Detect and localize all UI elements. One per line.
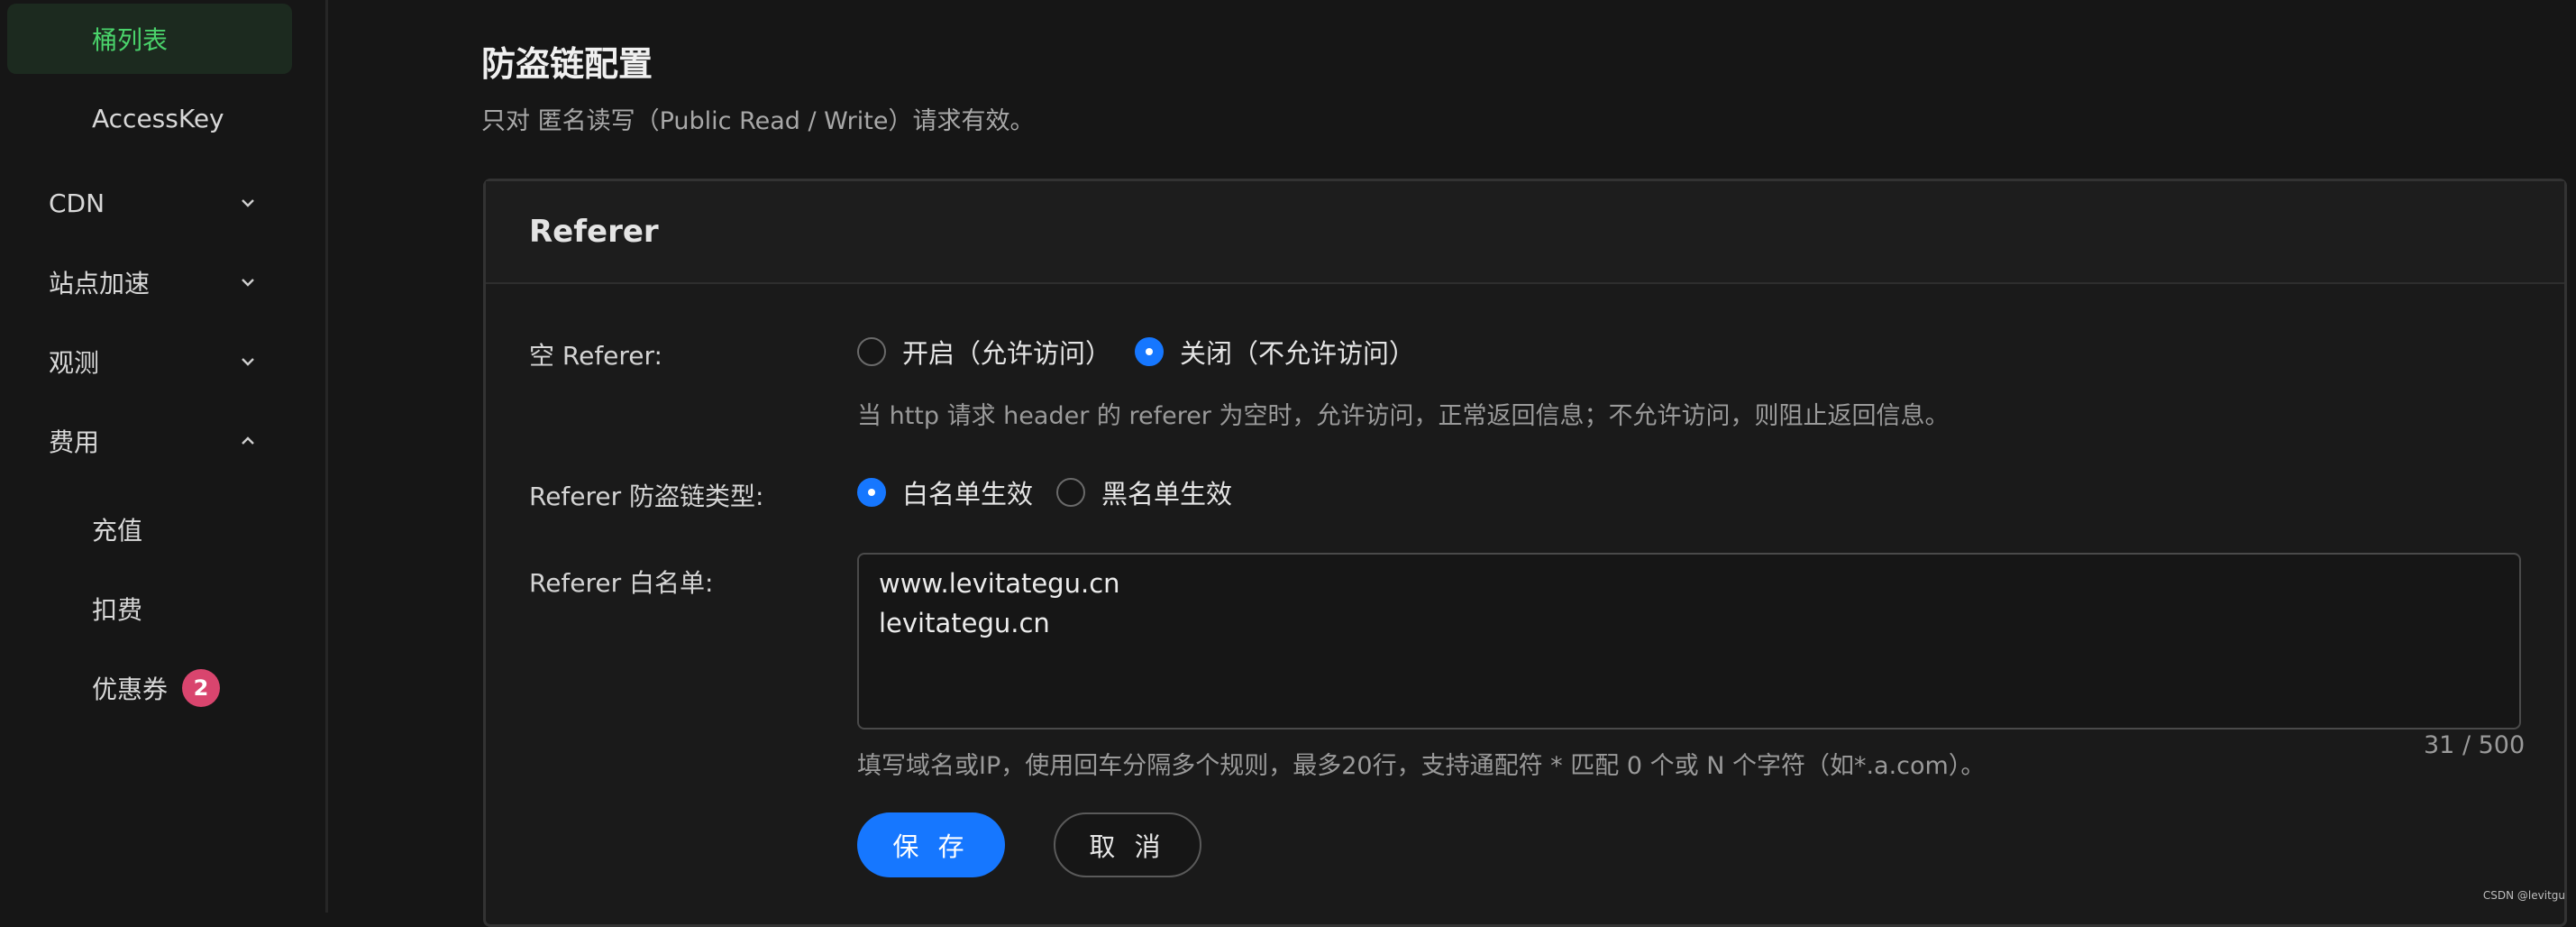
sidebar-item-label: CDN bbox=[49, 188, 105, 218]
sidebar-item-bucket-list[interactable]: 桶列表 bbox=[7, 4, 292, 74]
radio-blacklist[interactable]: 黑名单生效 bbox=[1056, 473, 1232, 511]
character-counter: 31 / 500 bbox=[2424, 731, 2525, 759]
chevron-down-icon bbox=[236, 350, 260, 373]
radio-whitelist[interactable]: 白名单生效 bbox=[857, 473, 1033, 511]
card-header: Referer bbox=[486, 181, 2564, 284]
whitelist-line: www.levitategu.cn bbox=[879, 564, 2499, 603]
chevron-up-icon bbox=[236, 429, 260, 453]
chevron-down-icon bbox=[236, 191, 260, 215]
sidebar-item-accesskey[interactable]: AccessKey bbox=[7, 83, 292, 153]
sidebar-item-label: 站点加速 bbox=[49, 264, 150, 300]
chevron-down-icon bbox=[236, 271, 260, 294]
sidebar: 桶列表 AccessKey CDN 站点加速 观测 费用 充值 扣费 优惠券 2 bbox=[0, 0, 328, 913]
radio-label: 白名单生效 bbox=[902, 473, 1033, 511]
whitelist-hint: 填写域名或IP，使用回车分隔多个规则，最多20行，支持通配符 * 匹配 0 个或… bbox=[857, 746, 1985, 781]
radio-label: 关闭（不允许访问） bbox=[1180, 333, 1415, 371]
card-title: Referer bbox=[529, 214, 659, 250]
cancel-button[interactable]: 取 消 bbox=[1054, 812, 1201, 877]
sidebar-item-billing[interactable]: 费用 bbox=[7, 406, 292, 476]
radio-allow[interactable]: 开启（允许访问） bbox=[857, 333, 1111, 371]
whitelist-label: Referer 白名单: bbox=[529, 564, 713, 600]
radio-deny[interactable]: 关闭（不允许访问） bbox=[1135, 333, 1415, 371]
radio-checked-icon bbox=[1135, 337, 1164, 366]
radio-label: 黑名单生效 bbox=[1101, 473, 1232, 511]
empty-referer-label: 空 Referer: bbox=[529, 336, 662, 372]
sidebar-item-label: 观测 bbox=[49, 344, 99, 380]
sidebar-item-deduction[interactable]: 扣费 bbox=[7, 574, 292, 644]
watermark: CSDN @levitgu bbox=[2483, 889, 2565, 902]
sidebar-item-recharge[interactable]: 充值 bbox=[7, 494, 292, 564]
sidebar-item-label: 费用 bbox=[49, 423, 99, 459]
sidebar-item-label: AccessKey bbox=[92, 104, 224, 133]
whitelist-textarea[interactable]: www.levitategu.cn levitategu.cn bbox=[857, 553, 2521, 730]
page-subtitle: 只对 匿名读写（Public Read / Write）请求有效。 bbox=[481, 101, 1034, 136]
whitelist-line: levitategu.cn bbox=[879, 603, 2499, 643]
save-button[interactable]: 保 存 bbox=[857, 812, 1005, 877]
coupon-count-badge: 2 bbox=[182, 669, 220, 707]
radio-unchecked-icon bbox=[857, 337, 886, 366]
referer-card: Referer 空 Referer: 开启（允许访问） 关闭（不允许访问） 当 … bbox=[483, 179, 2567, 927]
empty-referer-radio-group: 开启（允许访问） 关闭（不允许访问） bbox=[857, 333, 1439, 371]
sidebar-item-site-acceleration[interactable]: 站点加速 bbox=[7, 247, 292, 317]
referer-type-label: Referer 防盗链类型: bbox=[529, 477, 763, 513]
radio-label: 开启（允许访问） bbox=[902, 333, 1111, 371]
sidebar-item-label: 优惠券 bbox=[92, 670, 168, 706]
sidebar-item-label: 扣费 bbox=[92, 591, 142, 627]
main-content: 防盗链配置 只对 匿名读写（Public Read / Write）请求有效。 … bbox=[328, 0, 2576, 913]
radio-unchecked-icon bbox=[1056, 478, 1085, 507]
sidebar-item-cdn[interactable]: CDN bbox=[7, 168, 292, 238]
referer-type-radio-group: 白名单生效 黑名单生效 bbox=[857, 473, 1256, 511]
empty-referer-hint: 当 http 请求 header 的 referer 为空时，允许访问，正常返回… bbox=[857, 396, 1950, 431]
sidebar-item-label: 充值 bbox=[92, 511, 142, 547]
sidebar-item-observe[interactable]: 观测 bbox=[7, 326, 292, 397]
sidebar-item-coupons[interactable]: 优惠券 2 bbox=[7, 653, 292, 723]
sidebar-item-label: 桶列表 bbox=[92, 21, 168, 57]
page-title: 防盗链配置 bbox=[481, 36, 653, 86]
radio-checked-icon bbox=[857, 478, 886, 507]
